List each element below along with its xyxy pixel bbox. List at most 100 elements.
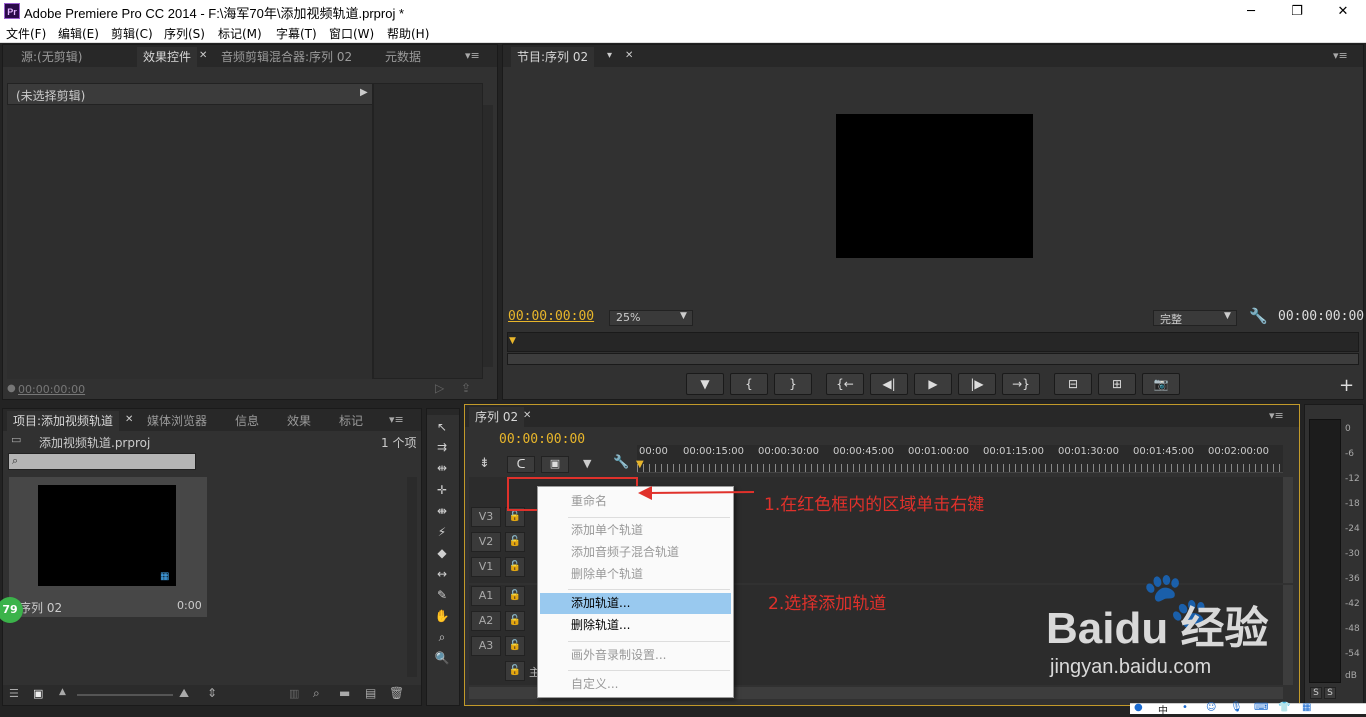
find-icon[interactable]: ⌕	[313, 686, 320, 701]
tab-source[interactable]: 源:(无剪辑)	[15, 47, 88, 67]
program-time-ruler[interactable]: ▼	[507, 332, 1359, 352]
add-marker-button[interactable]: ▼	[686, 373, 724, 395]
track-a3[interactable]: A3	[471, 636, 501, 656]
program-timecode-current[interactable]: 00:00:00:00	[508, 309, 594, 324]
maximize-button[interactable]: ❐	[1274, 0, 1320, 23]
solo-button[interactable]: S	[1310, 687, 1322, 699]
ime-mode[interactable]: 中	[1158, 702, 1168, 717]
minimize-button[interactable]: ─	[1228, 0, 1274, 23]
link-icon[interactable]: ᑕ	[507, 456, 535, 473]
panel-menu-icon[interactable]: ▾≡	[1333, 49, 1348, 62]
track-select-tool-icon[interactable]: ⇉	[433, 438, 451, 456]
step-forward-button[interactable]: |▶	[958, 373, 996, 395]
razor-tool-icon[interactable]: ⚡	[433, 523, 451, 541]
menu-window[interactable]: 窗口(W)	[329, 25, 374, 42]
source-timecode[interactable]: 00:00:00:00	[18, 383, 85, 396]
emoji-icon[interactable]: ☺	[1206, 702, 1216, 713]
lock-icon[interactable]: 🔓	[505, 532, 525, 552]
lock-icon[interactable]: 🔓	[505, 636, 525, 656]
timeline-ruler[interactable]: 00:00 00:00:15:00 00:00:30:00 00:00:45:0…	[636, 445, 1283, 473]
mark-in-button[interactable]: {	[730, 373, 768, 395]
lock-icon[interactable]: 🔓	[505, 586, 525, 606]
zoom-out-icon[interactable]: ▲	[59, 687, 66, 697]
ime-user-icon[interactable]: ●	[1134, 702, 1143, 713]
sequence-thumbnail-card[interactable]: ▦ 序列 02 0:00	[9, 477, 207, 617]
zoom-in-icon[interactable]: ⛰	[179, 686, 189, 701]
new-item-icon[interactable]: ▤	[365, 686, 376, 700]
snap-icon[interactable]: ⇟	[479, 456, 490, 471]
lock-icon[interactable]: 🔓	[505, 661, 525, 681]
menu-item-add-audio-submix-track[interactable]: 添加音频子混合轨道	[538, 542, 733, 563]
mark-out-button[interactable]: }	[774, 373, 812, 395]
tab-audio-clip-mixer[interactable]: 音频剪辑混合器:序列 02	[215, 47, 358, 67]
punctuation-icon[interactable]: •	[1182, 702, 1188, 713]
close-tab-icon[interactable]: ✕	[625, 50, 633, 61]
track-v1[interactable]: V1	[471, 557, 501, 577]
go-to-in-button[interactable]: {←	[826, 373, 864, 395]
video-scrollbar[interactable]	[1283, 477, 1293, 583]
menu-item-delete-single-track[interactable]: 删除单个轨道	[538, 564, 733, 585]
insert-sequence-icon[interactable]: ▣	[541, 456, 569, 473]
thumb-size-slider[interactable]	[77, 694, 173, 696]
selection-tool-icon[interactable]: ↖	[433, 418, 451, 436]
menu-item-customize[interactable]: 自定义...	[538, 674, 733, 695]
magnify-tool-icon[interactable]: 🔍	[433, 649, 451, 667]
timeline-settings-icon[interactable]: 🔧	[613, 455, 629, 470]
playhead-icon[interactable]: ▼	[509, 336, 516, 346]
export-icon[interactable]: ⇪	[461, 381, 471, 395]
solo-button[interactable]: S	[1324, 687, 1336, 699]
track-a2[interactable]: A2	[471, 611, 501, 631]
extract-button[interactable]: ⊞	[1098, 373, 1136, 395]
step-back-button[interactable]: ◀|	[870, 373, 908, 395]
pen-tool-icon[interactable]: ✎	[433, 586, 451, 604]
panel-menu-icon[interactable]: ▾≡	[465, 49, 480, 62]
tab-sequence[interactable]: 序列 02	[469, 407, 525, 427]
tab-info[interactable]: 信息	[229, 411, 265, 431]
new-bin-icon[interactable]: ▬	[339, 686, 350, 700]
close-tab-icon[interactable]: ✕	[125, 414, 133, 425]
menu-sequence[interactable]: 序列(S)	[164, 25, 205, 42]
playhead-icon[interactable]: ▼	[636, 459, 644, 470]
quality-select[interactable]: 完整 ▼	[1153, 310, 1237, 326]
effect-scrollbar[interactable]	[483, 105, 493, 367]
mic-icon[interactable]: 🎙	[1230, 702, 1243, 713]
icon-view-icon[interactable]: ▣	[33, 687, 43, 700]
project-search-input[interactable]: ⌕	[8, 453, 196, 470]
grid-icon[interactable]: ▦	[1302, 702, 1311, 713]
zoom-tool-icon[interactable]: ⌕	[433, 628, 451, 646]
panel-menu-icon[interactable]: ▾≡	[389, 413, 404, 426]
skin-icon[interactable]: 👕	[1278, 702, 1290, 713]
menu-title[interactable]: 字幕(T)	[276, 25, 317, 42]
menu-marker[interactable]: 标记(M)	[218, 25, 262, 42]
play-button[interactable]: ▶	[914, 373, 952, 395]
hand-tool-icon[interactable]: ✋	[433, 607, 451, 625]
sort-icon[interactable]: ⇕	[207, 686, 217, 700]
program-zoom-scrollbar[interactable]	[507, 353, 1359, 365]
project-item-name[interactable]: 序列 02	[19, 599, 62, 616]
keyboard-icon[interactable]: ⌨	[1254, 702, 1268, 713]
lock-icon[interactable]: 🔓	[505, 611, 525, 631]
tab-effects[interactable]: 效果	[281, 411, 317, 431]
lock-icon[interactable]: 🔓	[505, 557, 525, 577]
tab-program[interactable]: 节目:序列 02	[511, 47, 595, 67]
expand-arrow-icon[interactable]: ▶	[360, 87, 368, 98]
menu-edit[interactable]: 编辑(E)	[58, 25, 99, 42]
slip-tool-icon[interactable]: ◆	[433, 544, 451, 562]
track-v2[interactable]: V2	[471, 532, 501, 552]
close-tab-icon[interactable]: ✕	[523, 410, 531, 421]
zoom-select[interactable]: 25% ▼	[609, 310, 693, 326]
menu-help[interactable]: 帮助(H)	[387, 25, 429, 42]
rate-stretch-tool-icon[interactable]: ⇼	[433, 502, 451, 520]
tab-project[interactable]: 项目:添加视频轨道	[7, 411, 120, 431]
menu-item-add-tracks[interactable]: 添加轨道...	[540, 593, 731, 614]
menu-file[interactable]: 文件(F)	[6, 25, 46, 42]
menu-clip[interactable]: 剪辑(C)	[111, 25, 153, 42]
menu-item-delete-tracks[interactable]: 删除轨道...	[538, 615, 733, 636]
close-button[interactable]: ✕	[1320, 0, 1366, 23]
tab-media-browser[interactable]: 媒体浏览器	[141, 411, 213, 431]
tab-effect-controls[interactable]: 效果控件	[137, 47, 198, 67]
panel-menu-icon[interactable]: ▾≡	[1269, 409, 1284, 422]
go-to-out-button[interactable]: →}	[1002, 373, 1040, 395]
automate-icon[interactable]: ▥	[289, 687, 299, 700]
project-scrollbar[interactable]	[407, 477, 417, 677]
